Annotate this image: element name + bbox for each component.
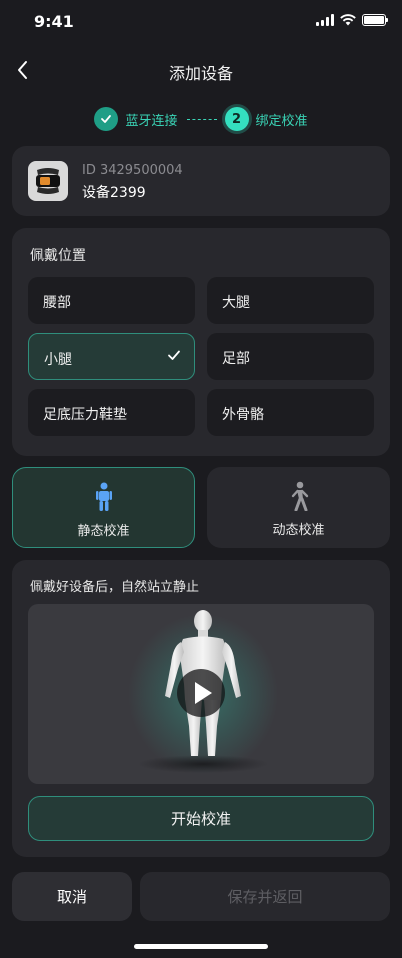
wear-option-exoskeleton[interactable]: 外骨骼 — [207, 389, 374, 436]
wear-position-card: 佩戴位置 腰部 大腿 小腿 足部 足底压力鞋垫 外骨骼 — [12, 228, 390, 456]
wear-option-thigh[interactable]: 大腿 — [207, 277, 374, 324]
check-icon — [101, 115, 112, 123]
standing-person-icon — [95, 482, 112, 511]
cancel-button[interactable]: 取消 — [12, 872, 132, 921]
nav-bar: 添加设备 — [0, 50, 402, 90]
device-name: 设备2399 — [82, 185, 146, 201]
status-time: 9:41 — [34, 12, 74, 31]
walking-person-icon — [291, 481, 308, 511]
step-1-label: 蓝牙连接 — [125, 113, 178, 129]
play-icon[interactable] — [176, 668, 226, 718]
wear-option-label: 足底压力鞋垫 — [43, 407, 127, 423]
progress-stepper: 蓝牙连接 2 绑定校准 — [0, 106, 402, 132]
step-connector — [186, 118, 217, 120]
wear-option-waist[interactable]: 腰部 — [28, 277, 195, 324]
check-icon — [168, 350, 180, 360]
wear-option-label: 小腿 — [44, 352, 72, 368]
page-title: 添加设备 — [168, 64, 233, 83]
save-and-return-button[interactable]: 保存并返回 — [140, 872, 390, 921]
start-calibration-button[interactable]: 开始校准 — [28, 796, 374, 841]
wear-option-label: 外骨骼 — [222, 407, 264, 423]
wear-option-label: 腰部 — [43, 295, 71, 311]
wear-position-title: 佩戴位置 — [30, 248, 86, 264]
wear-option-label: 足部 — [222, 351, 250, 367]
status-bar: 9:41 — [0, 0, 402, 46]
home-indicator — [134, 944, 268, 949]
smart-band-icon — [28, 161, 68, 201]
calibration-card: 佩戴好设备后，自然站立静止 开始校准 — [12, 560, 390, 857]
cellular-signal-icon — [316, 14, 334, 26]
step-1-check-icon — [94, 107, 119, 131]
static-calibration-button[interactable]: 静态校准 — [12, 467, 195, 548]
calibration-instruction: 佩戴好设备后，自然站立静止 — [30, 580, 200, 595]
dynamic-calibration-label: 动态校准 — [272, 523, 325, 538]
battery-icon — [362, 14, 388, 26]
wear-option-calf[interactable]: 小腿 — [28, 333, 195, 380]
wifi-icon — [340, 14, 356, 26]
dynamic-calibration-button[interactable]: 动态校准 — [207, 467, 390, 548]
step-2-label: 绑定校准 — [255, 113, 308, 129]
static-calibration-label: 静态校准 — [77, 524, 130, 539]
device-card: ID 3429500004 设备2399 — [12, 146, 390, 216]
status-icons — [316, 14, 388, 26]
step-2-number: 2 — [224, 107, 249, 131]
wear-option-label: 大腿 — [222, 295, 250, 311]
calibration-video[interactable] — [28, 604, 374, 784]
wear-option-foot[interactable]: 足部 — [207, 333, 374, 380]
wear-option-insole[interactable]: 足底压力鞋垫 — [28, 389, 195, 436]
device-id: ID 3429500004 — [82, 163, 183, 178]
